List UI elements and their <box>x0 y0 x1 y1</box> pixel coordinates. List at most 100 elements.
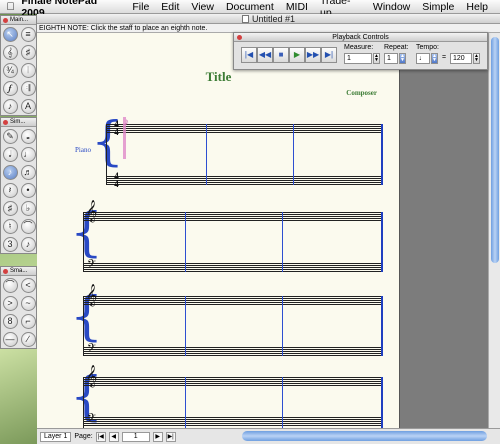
rewind-button[interactable]: ◀◀ <box>257 47 273 63</box>
final-barline[interactable] <box>381 377 383 428</box>
decrescendo-tool[interactable]: > <box>1 294 19 312</box>
go-to-end-button[interactable]: ▶| <box>321 47 337 63</box>
last-page-button[interactable]: ▶| <box>165 431 176 442</box>
bass-staff[interactable] <box>106 176 383 185</box>
trill-tool[interactable]: ~ <box>19 294 37 312</box>
bass-staff[interactable] <box>83 263 383 272</box>
document-titlebar[interactable]: Untitled #1 <box>37 14 500 24</box>
barline[interactable] <box>282 377 283 428</box>
tempo-stepper[interactable]: ▲ ▼ <box>473 53 480 64</box>
barline[interactable] <box>185 296 186 356</box>
vertical-scroll-thumb[interactable] <box>491 37 499 263</box>
menu-window[interactable]: Window <box>373 1 410 13</box>
final-barline[interactable] <box>381 124 383 185</box>
time-signature-treble[interactable]: 4 4 <box>113 120 120 137</box>
menu-simple[interactable]: Simple <box>422 1 454 13</box>
menu-document[interactable]: Document <box>226 1 274 13</box>
menu-file[interactable]: File <box>132 1 149 13</box>
bass-clef-icon[interactable]: 𝄢 <box>87 413 96 427</box>
natural-tool[interactable]: ♮ <box>1 217 19 235</box>
sharp-tool[interactable]: ♯ <box>1 199 19 217</box>
bass-staff[interactable] <box>83 347 383 356</box>
score-title[interactable]: Title <box>37 69 400 85</box>
rest-tool[interactable]: 𝄽 <box>1 181 19 199</box>
menu-midi[interactable]: MIDI <box>286 1 308 13</box>
repeat-stepper[interactable]: ▲ ▼ <box>399 53 406 64</box>
final-barline[interactable] <box>381 212 383 272</box>
slur-tool[interactable]: ⌒ <box>1 276 19 294</box>
simple-palette-titlebar[interactable]: Sim... <box>1 118 36 127</box>
selection-tool[interactable]: ↖ <box>1 25 19 43</box>
menu-help[interactable]: Help <box>466 1 488 13</box>
treble-staff[interactable] <box>106 124 383 133</box>
main-palette-titlebar[interactable]: Main... <box>1 16 36 25</box>
whole-note-tool[interactable]: 𝅝 <box>19 127 37 145</box>
sixteenth-note-tool[interactable]: ♬ <box>19 163 37 181</box>
go-to-start-button[interactable]: |◀ <box>241 47 257 63</box>
treble-clef-icon[interactable]: 𝄞 <box>86 367 97 386</box>
score-page[interactable]: Title Composer Piano { 4 4 4 4 ♪ {𝄞 𝄢 {… <box>37 33 400 428</box>
ottava-tool[interactable]: 8 <box>1 312 19 330</box>
expression-tool[interactable]: 𝆑 <box>1 79 19 97</box>
bass-staff[interactable] <box>83 417 383 426</box>
treble-clef-icon[interactable]: 𝄞 <box>86 286 97 305</box>
composer-text[interactable]: Composer <box>346 89 377 97</box>
quarter-note-tool[interactable]: ♩ <box>19 145 37 163</box>
treble-staff[interactable] <box>83 212 383 221</box>
close-icon[interactable] <box>237 35 242 40</box>
bracket-tool[interactable]: ⌐ <box>19 312 37 330</box>
bass-clef-icon[interactable]: 𝄢 <box>87 259 96 273</box>
repeat-tool[interactable]: 𝄇 <box>19 79 37 97</box>
treble-staff[interactable] <box>83 296 383 305</box>
tuplet-tool[interactable]: 3 <box>1 235 19 253</box>
barline[interactable] <box>293 124 294 185</box>
instrument-name[interactable]: Piano <box>75 146 91 154</box>
close-icon[interactable] <box>3 269 8 274</box>
final-barline[interactable] <box>381 296 383 356</box>
repeat-field[interactable]: 1 <box>384 53 398 64</box>
vertical-scrollbar[interactable] <box>488 33 500 428</box>
half-note-tool[interactable]: 𝅗𝅥 <box>1 145 19 163</box>
horizontal-scrollbar[interactable] <box>242 431 487 441</box>
tempo-note-select[interactable]: ♩ <box>416 53 430 64</box>
staff-tool[interactable]: ≡ <box>19 25 37 43</box>
next-page-button[interactable]: ▶ <box>152 431 163 442</box>
play-button[interactable]: ▶ <box>289 47 305 63</box>
stop-button[interactable]: ■ <box>273 47 289 63</box>
first-page-button[interactable]: |◀ <box>95 431 106 442</box>
fast-forward-button[interactable]: ▶▶ <box>305 47 321 63</box>
line-tool[interactable]: — <box>1 330 19 348</box>
page-number-field[interactable]: 1 <box>121 431 150 442</box>
measure-tool[interactable]: 𝄀 <box>19 61 37 79</box>
barline[interactable] <box>185 212 186 272</box>
treble-staff[interactable] <box>83 377 383 386</box>
bass-clef-icon[interactable]: 𝄢 <box>87 343 96 357</box>
tie-tool[interactable]: ⌒ <box>19 217 37 235</box>
clef-tool[interactable]: 𝄞 <box>1 43 19 61</box>
smart-palette-titlebar[interactable]: Sma... <box>1 267 36 276</box>
flat-tool[interactable]: ♭ <box>19 199 37 217</box>
eraser-tool[interactable]: ✎ <box>1 127 19 145</box>
lyrics-tool[interactable]: ♪ <box>1 97 19 115</box>
close-icon[interactable] <box>3 120 8 125</box>
tempo-note-stepper[interactable]: ▲ ▼ <box>431 53 438 64</box>
eighth-note-tool[interactable]: ♪ <box>1 163 19 181</box>
menu-view[interactable]: View <box>191 1 214 13</box>
measure-stepper[interactable]: ▲ ▼ <box>373 53 380 64</box>
menu-edit[interactable]: Edit <box>161 1 179 13</box>
barline[interactable] <box>282 212 283 272</box>
crescendo-tool[interactable]: < <box>19 276 37 294</box>
tempo-field[interactable]: 120 <box>450 53 472 64</box>
close-icon[interactable] <box>3 18 8 23</box>
glissando-tool[interactable]: ∕ <box>19 330 37 348</box>
apple-menu-icon[interactable]:  <box>0 1 21 13</box>
barline[interactable] <box>282 296 283 356</box>
treble-clef-icon[interactable]: 𝄞 <box>86 202 97 221</box>
playback-titlebar[interactable]: Playback Controls <box>234 33 487 42</box>
previous-page-button[interactable]: ◀ <box>108 431 119 442</box>
barline[interactable] <box>185 377 186 428</box>
time-signature-bass[interactable]: 4 4 <box>113 172 120 189</box>
dot-tool[interactable]: • <box>19 181 37 199</box>
text-tool[interactable]: A <box>19 97 37 115</box>
barline[interactable] <box>206 124 207 185</box>
